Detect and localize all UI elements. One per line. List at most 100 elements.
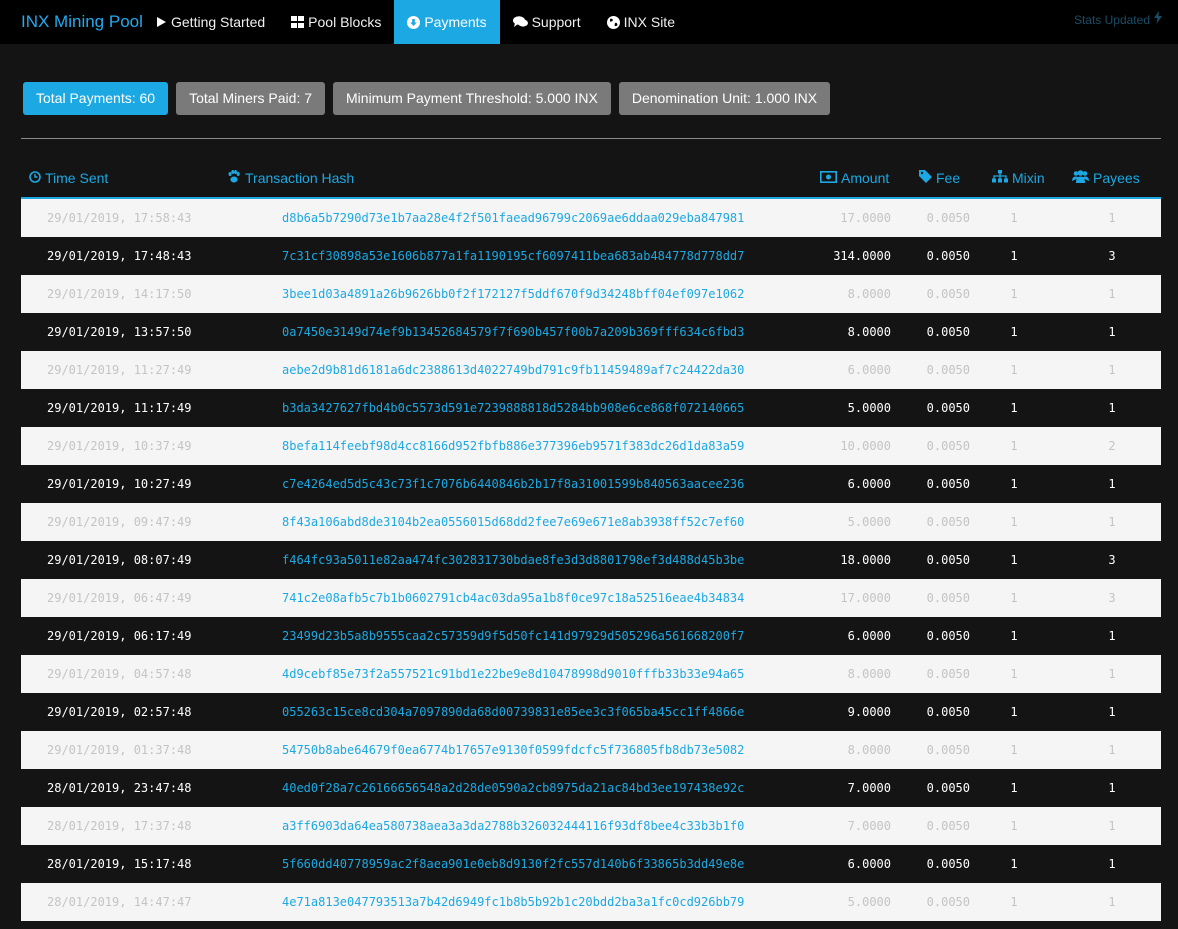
transaction-hash-link[interactable]: 54750b8abe64679f0ea6774b17657e9130f0599f… [282,731,744,769]
total-miners-badge: Total Miners Paid: 7 [176,82,326,115]
transaction-hash-link[interactable]: 40ed0f28a7c26166656548a2d28de0590a2cb897… [282,769,744,807]
th-large-icon [291,16,305,28]
mixin-cell: 1 [1010,895,1018,909]
nav-payments[interactable]: Payments [394,0,500,44]
amount-cell: 7.0000 [847,781,891,795]
table-row: 29/01/2019, 06:17:49 23499d23b5a8b9555caa… [21,617,1161,655]
mixin-cell: 1 [1010,667,1018,681]
mixin-cell: 1 [1010,591,1018,605]
mixin-cell: 1 [1010,629,1018,643]
nav-inx-site[interactable]: INX Site [594,0,688,44]
th-fee: Fee [919,160,960,197]
payees-cell: 1 [1108,363,1116,377]
transaction-hash-link[interactable]: 0a7450e3149d74ef9b13452684579f7f690b457f… [282,313,744,351]
transaction-hash-link[interactable]: 8befa114feebf98d4cc8166d952fbfb886e37739… [282,427,744,465]
time-sent-cell: 29/01/2019, 17:48:43 [47,249,192,263]
total-payments-badge: Total Payments: 60 [23,82,169,115]
amount-cell: 8.0000 [847,287,891,301]
amount-cell: 6.0000 [847,629,891,643]
fee-cell: 0.0050 [926,211,970,225]
mixin-cell: 1 [1010,287,1018,301]
fee-cell: 0.0050 [926,895,970,909]
transaction-hash-link[interactable]: 055263c15ce8cd304a7097890da68d00739831e8… [282,693,744,731]
transaction-hash-link[interactable]: f464fc93a5011e82aa474fc302831730bdae8fe3… [282,541,744,579]
sitemap-icon [992,160,1008,197]
table-row: 28/01/2019, 17:37:48 a3ff6903da64ea580738… [21,807,1161,845]
payees-cell: 1 [1108,629,1116,643]
transaction-hash-link[interactable]: 741c2e08afb5c7b1b0602791cb4ac03da95a1b8f… [282,579,744,617]
table-row: 28/01/2019, 15:17:48 5f660dd40778959ac2f8… [21,845,1161,883]
th-payees: Payees [1072,160,1140,197]
payments-table-header: Time Sent Transaction Hash Amount Fee Mi… [21,160,1161,199]
divider [21,138,1161,139]
comments-icon [512,16,528,28]
payees-cell: 1 [1108,781,1116,795]
globe-icon [606,15,620,29]
transaction-hash-link[interactable]: 5f660dd40778959ac2f8aea901e0eb8d9130f2fc… [282,845,744,883]
th-label: Fee [936,170,961,186]
time-sent-cell: 29/01/2019, 06:17:49 [47,629,192,643]
payees-cell: 3 [1108,553,1116,567]
th-amount: Amount [820,160,889,197]
transaction-hash-link[interactable]: 7c31cf30898a53e1606b877a1fa1190195cf6097… [282,237,744,275]
table-row: 28/01/2019, 14:47:47 4e71a813e047793513a7… [21,883,1161,921]
fee-cell: 0.0050 [926,363,970,377]
table-row: 29/01/2019, 17:58:43 d8b6a5b7290d73e1b7aa… [21,199,1161,237]
table-row: 29/01/2019, 10:27:49 c7e4264ed5d5c43c73f1… [21,465,1161,503]
table-row: 29/01/2019, 11:17:49 b3da3427627fbd4b0c55… [21,389,1161,427]
nav-support[interactable]: Support [500,0,594,44]
amount-cell: 6.0000 [847,363,891,377]
mixin-cell: 1 [1010,553,1018,567]
mixin-cell: 1 [1010,743,1018,757]
mixin-cell: 1 [1010,439,1018,453]
transaction-hash-link[interactable]: d8b6a5b7290d73e1b7aa28e4f2f501faead96799… [282,199,744,237]
stats-updated: Stats Updated [1074,0,1162,40]
amount-cell: 314.0000 [833,249,891,263]
transaction-hash-link[interactable]: a3ff6903da64ea580738aea3a3da2788b3260324… [282,807,744,845]
time-sent-cell: 29/01/2019, 14:17:50 [47,287,192,301]
nav-getting-started[interactable]: Getting Started [142,0,278,44]
table-row: 29/01/2019, 11:27:49 aebe2d9b81d6181a6dc2… [21,351,1161,389]
transaction-hash-link[interactable]: 8f43a106abd8de3104b2ea0556015d68dd2fee7e… [282,503,744,541]
amount-cell: 10.0000 [840,439,891,453]
payees-cell: 1 [1108,211,1116,225]
amount-cell: 6.0000 [847,857,891,871]
clock-icon [29,160,41,197]
transaction-hash-link[interactable]: c7e4264ed5d5c43c73f1c7076b6440846b2b17f8… [282,465,744,503]
time-sent-cell: 29/01/2019, 01:37:48 [47,743,192,757]
amount-cell: 9.0000 [847,705,891,719]
time-sent-cell: 29/01/2019, 08:07:49 [47,553,192,567]
payees-cell: 1 [1108,743,1116,757]
circle-arrow-down-icon [407,15,421,29]
time-sent-cell: 29/01/2019, 11:17:49 [47,401,192,415]
table-row: 29/01/2019, 06:47:49 741c2e08afb5c7b1b060… [21,579,1161,617]
amount-cell: 8.0000 [847,743,891,757]
payments-table-body: 29/01/2019, 17:58:43 d8b6a5b7290d73e1b7aa… [21,199,1161,921]
transaction-hash-link[interactable]: 4e71a813e047793513a7b42d6949fc1b8b5b92b1… [282,883,744,921]
fee-cell: 0.0050 [926,515,970,529]
th-label: Mixin [1012,170,1045,186]
nav-pool-blocks[interactable]: Pool Blocks [278,0,394,44]
time-sent-cell: 28/01/2019, 14:47:47 [47,895,192,909]
stats-updated-label: Stats Updated [1073,13,1150,27]
table-row: 29/01/2019, 17:48:43 7c31cf30898a53e1606b… [21,237,1161,275]
paw-icon [227,160,241,197]
transaction-hash-link[interactable]: 23499d23b5a8b9555caa2c57359d9f5d50fc141d… [282,617,744,655]
fee-cell: 0.0050 [926,743,970,757]
transaction-hash-link[interactable]: b3da3427627fbd4b0c5573d591e7239888818d52… [282,389,744,427]
mixin-cell: 1 [1010,857,1018,871]
fee-cell: 0.0050 [926,287,970,301]
payees-cell: 1 [1108,477,1116,491]
transaction-hash-link[interactable]: 3bee1d03a4891a26b9626bb0f2f172127f5ddf67… [282,275,744,313]
fee-cell: 0.0050 [926,477,970,491]
th-time-sent: Time Sent [29,160,108,197]
top-navbar: INX Mining Pool Getting Started Pool Blo… [0,0,1178,44]
time-sent-cell: 29/01/2019, 13:57:50 [47,325,192,339]
transaction-hash-link[interactable]: aebe2d9b81d6181a6dc2388613d4022749bd791c… [282,351,744,389]
brand-link[interactable]: INX Mining Pool [21,0,143,44]
table-row: 29/01/2019, 01:37:48 54750b8abe64679f0ea6… [21,731,1161,769]
payees-cell: 1 [1108,857,1116,871]
transaction-hash-link[interactable]: 4d9cebf85e73f2a557521c91bd1e22be9e8d1047… [282,655,744,693]
payees-cell: 1 [1108,819,1116,833]
fee-cell: 0.0050 [926,325,970,339]
